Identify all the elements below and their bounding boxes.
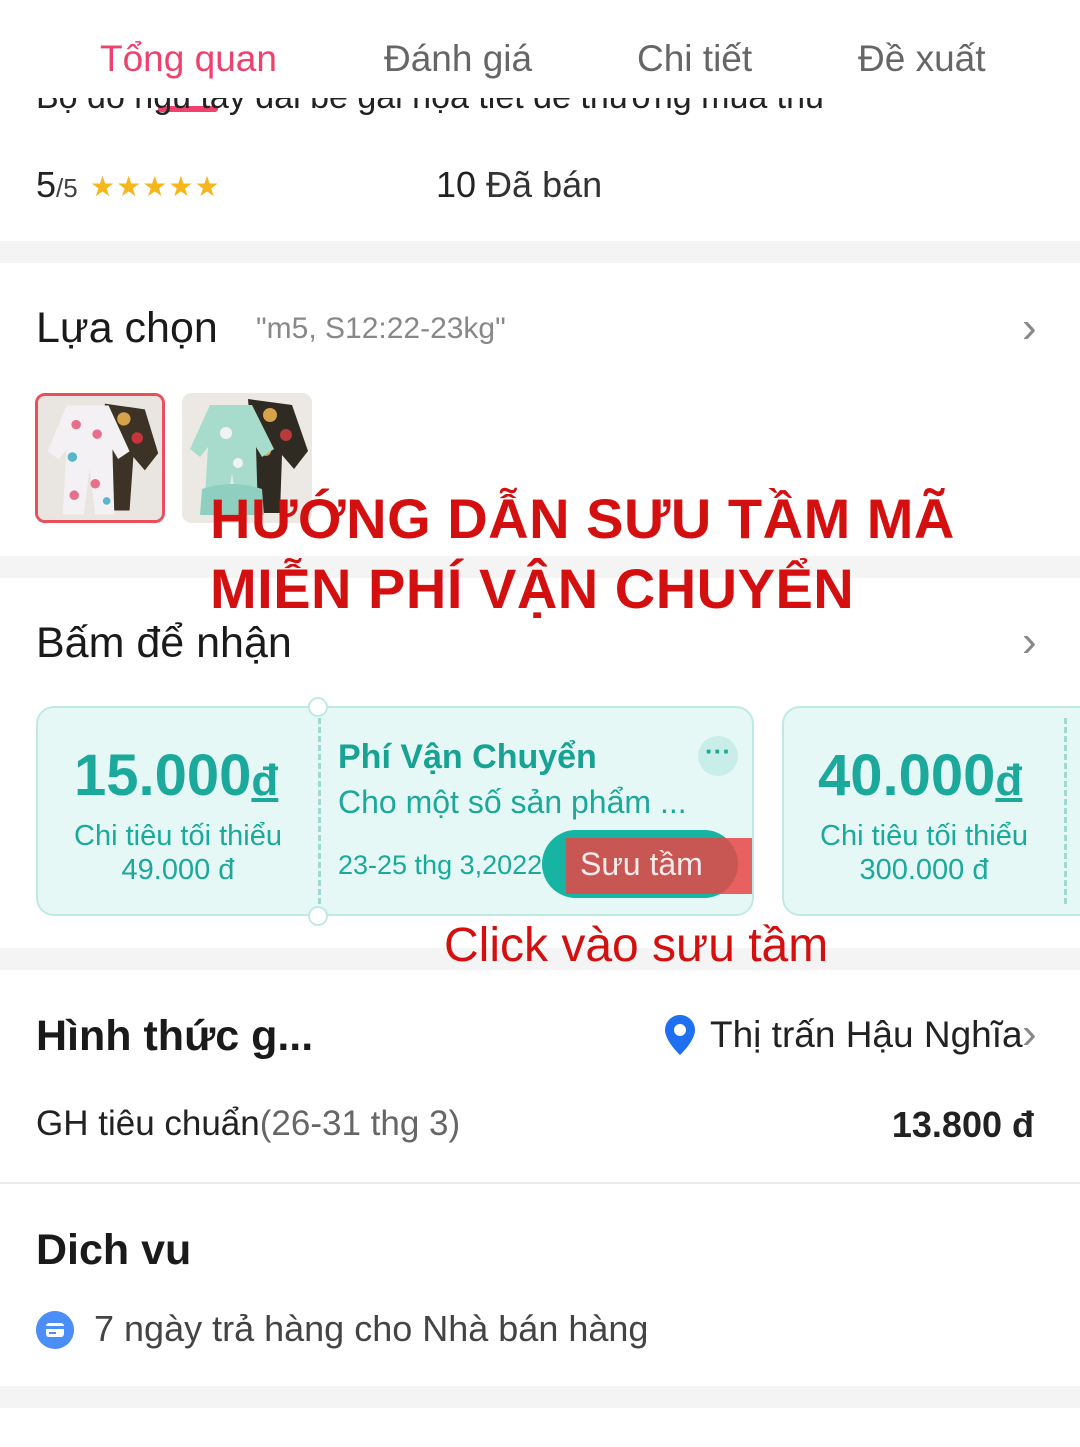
voucher-shipping-title: Phí Vận Chuyển xyxy=(338,738,597,776)
voucher-shipping-date: 23-25 thg 3,2022 xyxy=(338,850,543,880)
voucher-min-value-1: 49.000 đ xyxy=(121,854,235,886)
voucher-amount-2: 40.000đ xyxy=(818,742,1022,809)
voucher-divider xyxy=(1064,718,1067,904)
voucher-amount-2-value: 40.000 xyxy=(818,743,996,808)
voucher-divider xyxy=(318,718,321,904)
tab-overview[interactable]: Tổng quan xyxy=(100,38,277,80)
more-options-icon[interactable]: ··· xyxy=(698,736,738,776)
sold-label: Đã bán xyxy=(486,164,603,205)
return-policy-icon xyxy=(36,1311,74,1349)
product-title-text: Bộ đồ ngủ tay dài bé gái họa tiết dễ thư… xyxy=(36,98,824,117)
location-pin-icon xyxy=(665,1015,695,1055)
tab-details[interactable]: Chi tiết xyxy=(637,38,752,80)
voucher-amount-1-value: 15.000 xyxy=(74,743,252,808)
star-icon: ★ xyxy=(194,171,221,202)
top-tab-bar: Tổng quan Đánh giá Chi tiết Đề xuất Bộ đ… xyxy=(0,0,1080,118)
voucher-notch xyxy=(308,906,328,926)
selection-title: Lựa chọn xyxy=(36,304,218,352)
shipping-price: 13.800 đ xyxy=(891,1104,1034,1145)
instruction-overlay-line2: MIỄN PHÍ VẬN CHUYỂN xyxy=(210,557,855,620)
voucher-shipping-desc: Cho một số sản phẩm ... xyxy=(338,784,687,820)
voucher-amount-1-currency: đ xyxy=(251,756,279,805)
instruction-click-note: Click vào sưu tầm xyxy=(444,919,829,972)
service-title: Dich vu xyxy=(36,1226,192,1274)
star-icon: ★ xyxy=(90,171,117,202)
tab-recommendations[interactable]: Đề xuất xyxy=(858,38,986,80)
sold-number: 10 xyxy=(436,164,477,205)
shipping-method-name: GH tiêu chuẩn xyxy=(36,1104,260,1143)
product-title-clipped: Bộ đồ ngủ tay dài bé gái họa tiết dễ thư… xyxy=(36,98,1046,118)
shipping-eta: (26-31 thg 3) xyxy=(259,1104,461,1143)
variant-thumbnail-1[interactable] xyxy=(35,393,165,523)
vouchers-title: Bấm để nhận xyxy=(36,619,292,667)
collect-button-label[interactable]: Sưu tầm xyxy=(580,846,703,883)
rating-stars: ★★★★★ xyxy=(90,170,221,203)
service-return-policy: 7 ngày trả hàng cho Nhà bán hàng xyxy=(94,1308,649,1349)
variant-image-1 xyxy=(38,396,162,520)
tab-reviews[interactable]: Đánh giá xyxy=(384,38,532,80)
chevron-right-icon[interactable]: › xyxy=(1022,620,1037,664)
chevron-right-icon[interactable]: › xyxy=(1022,1012,1037,1056)
section-gap xyxy=(0,1386,1080,1408)
delivery-location[interactable]: Thị trấn Hậu Nghĩa xyxy=(710,1014,1023,1056)
voucher-amount-1: 15.000đ xyxy=(74,742,278,809)
star-icon: ★ xyxy=(116,171,143,202)
chevron-right-icon[interactable]: › xyxy=(1022,306,1037,350)
star-icon: ★ xyxy=(168,171,195,202)
star-icon: ★ xyxy=(142,171,169,202)
rating-score: 5/5 xyxy=(36,164,78,206)
delivery-title: Hình thức g... xyxy=(36,1012,314,1060)
voucher-min-value-2: 300.000 đ xyxy=(859,854,989,886)
voucher-min-label-1: Chi tiêu tối thiểu xyxy=(74,820,282,852)
section-gap xyxy=(0,241,1080,263)
voucher-amount-2-currency: đ xyxy=(995,756,1023,805)
voucher-min-label-2: Chi tiêu tối thiểu xyxy=(820,820,1028,852)
selection-value: "m5, S12:22-23kg" xyxy=(256,312,506,345)
rating-max: /5 xyxy=(56,173,78,203)
rating-value: 5 xyxy=(36,164,57,205)
voucher-notch xyxy=(308,697,328,717)
instruction-overlay-line1: HƯỚNG DẪN SƯU TẦM MÃ xyxy=(210,487,955,550)
shipping-method: GH tiêu chuẩn(26-31 thg 3) xyxy=(36,1104,460,1144)
sold-count: 10 Đã bán xyxy=(436,164,602,206)
divider xyxy=(0,1182,1080,1184)
